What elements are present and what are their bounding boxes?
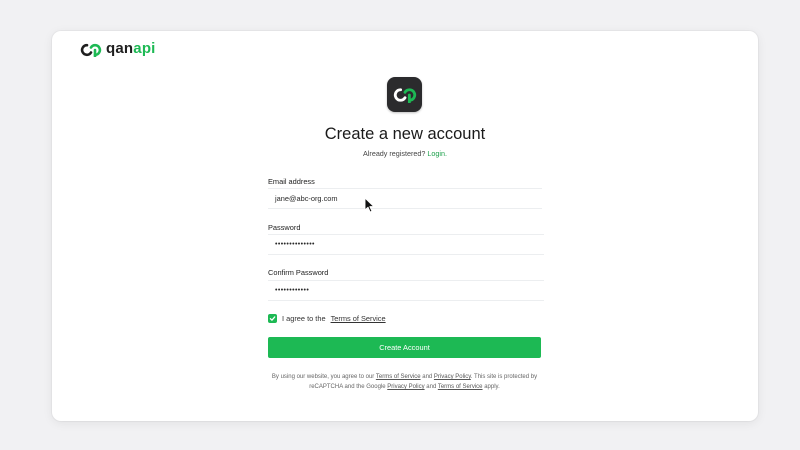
brand-logo[interactable]: qanapi <box>80 41 156 59</box>
email-field[interactable]: jane@abc-org.com <box>268 188 542 209</box>
legal-privacy-link-2[interactable]: Privacy Policy <box>387 384 424 390</box>
qanapi-infinity-logo-icon <box>80 43 102 57</box>
brand-name: qanapi <box>106 41 156 59</box>
email-label: Email address <box>268 177 315 186</box>
password-field[interactable]: •••••••••••••• <box>268 234 544 255</box>
terms-agreement: I agree to the Terms of Service <box>268 314 386 323</box>
confirm-password-field[interactable]: •••••••••••• <box>268 280 544 301</box>
terms-of-service-link[interactable]: Terms of Service <box>331 314 386 323</box>
app-icon <box>387 77 422 112</box>
login-prompt: Already registered? Login. <box>52 149 758 158</box>
terms-agreement-text: I agree to the <box>282 314 326 323</box>
legal-and-1: and <box>422 374 433 380</box>
legal-notice: By using our website, you agree to our T… <box>268 372 541 392</box>
confirm-password-label: Confirm Password <box>268 268 329 277</box>
password-label: Password <box>268 223 301 232</box>
legal-terms-link-1[interactable]: Terms of Service <box>376 374 421 380</box>
login-prompt-text: Already registered? <box>363 149 426 158</box>
legal-terms-link-2[interactable]: Terms of Service <box>438 384 483 390</box>
page-title: Create a new account <box>324 125 486 143</box>
create-account-button[interactable]: Create Account <box>268 337 541 358</box>
login-link[interactable]: Login. <box>427 149 447 158</box>
signup-card: qanapi Create a new account Already regi… <box>52 31 758 421</box>
legal-text-3: apply. <box>484 384 500 390</box>
brand-name-suffix: api <box>133 40 156 57</box>
qanapi-infinity-logo-icon <box>393 87 416 103</box>
legal-and-2: and <box>426 384 437 390</box>
terms-checkbox[interactable] <box>268 314 277 323</box>
mouse-pointer-icon <box>364 197 375 213</box>
legal-privacy-link-1[interactable]: Privacy Policy <box>434 374 471 380</box>
legal-text-1: By using our website, you agree to our <box>271 374 375 380</box>
brand-name-prefix: qan <box>106 40 134 57</box>
checkmark-icon <box>269 316 276 321</box>
